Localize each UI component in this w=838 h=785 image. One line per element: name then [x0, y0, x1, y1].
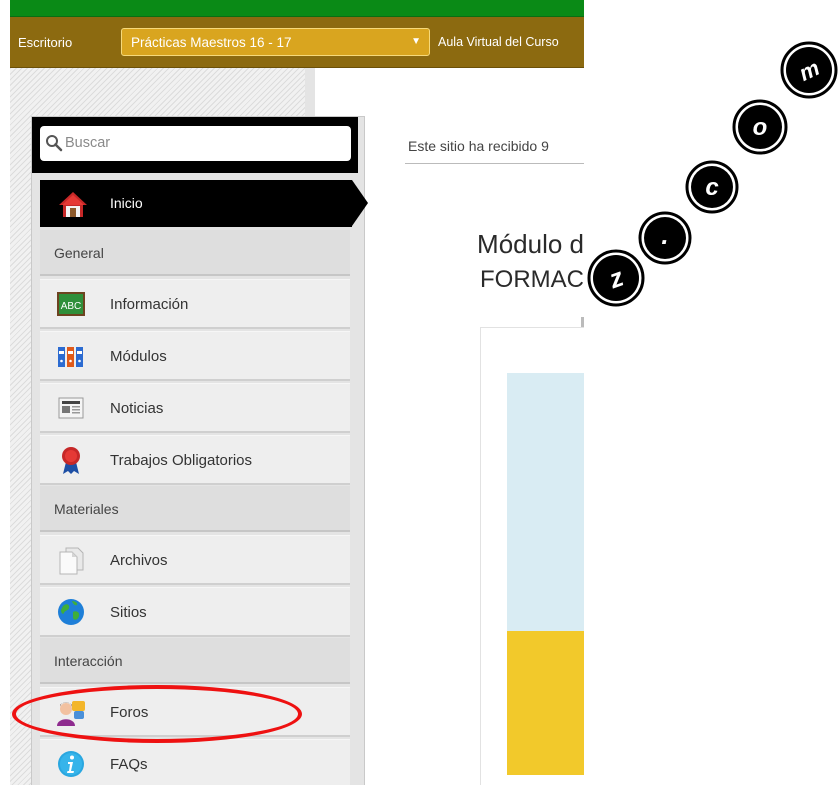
site-selector[interactable]: Prácticas Maestros 16 - 17 ▼	[121, 28, 430, 56]
menu-item-faqs[interactable]: FAQs	[40, 739, 350, 785]
visit-counter-text: Este sitio ha recibido 9	[408, 138, 549, 154]
binders-icon	[58, 347, 83, 367]
search-input[interactable]	[65, 131, 335, 155]
menu-item-informacion[interactable]: ABC Información	[40, 279, 350, 329]
menu-item-sitios[interactable]: Sitios	[40, 587, 350, 637]
screen: Escritorio Prácticas Maestros 16 - 17 ▼ …	[0, 0, 838, 785]
svg-text:c: c	[705, 174, 718, 201]
menu-item-label: Inicio	[110, 195, 143, 211]
svg-text:ABC: ABC	[61, 301, 82, 312]
svg-text:.: .	[661, 220, 668, 250]
aula-virtual-link[interactable]: Aula Virtual del Curso	[438, 35, 559, 49]
watermark-logo: z . c o m	[587, 41, 838, 307]
section-label: General	[54, 245, 104, 261]
menu-item-label: Archivos	[110, 552, 168, 569]
menu-item-inicio[interactable]: Inicio	[40, 180, 368, 227]
menu-item-label: Módulos	[110, 348, 167, 365]
house-icon	[59, 192, 87, 217]
escritorio-link[interactable]: Escritorio	[18, 35, 72, 50]
menu-item-label: Sitios	[110, 604, 147, 621]
banner-image-sand	[507, 631, 584, 775]
info-icon	[58, 751, 84, 777]
visit-counter: Este sitio ha recibido 9	[405, 136, 584, 164]
section-label: Materiales	[54, 501, 119, 517]
newspaper-icon	[58, 397, 84, 419]
chevron-down-icon: ▼	[411, 36, 421, 47]
menu-item-label: Noticias	[110, 400, 164, 417]
search-box[interactable]	[40, 126, 351, 161]
menu-item-noticias[interactable]: Noticias	[40, 383, 350, 433]
section-materiales: Materiales	[40, 486, 350, 532]
section-label: Interacción	[54, 653, 123, 669]
abc-chalkboard-icon: ABC	[57, 292, 85, 316]
award-ribbon-icon	[62, 447, 80, 474]
module-title-line-1: Módulo d	[477, 229, 584, 259]
menu-item-modulos[interactable]: Módulos	[40, 331, 350, 381]
active-pointer	[352, 180, 368, 226]
section-general: General	[40, 230, 350, 276]
search-icon	[46, 135, 63, 152]
documents-icon	[59, 547, 84, 575]
banner-image-sky	[507, 373, 584, 631]
menu-item-archivos[interactable]: Archivos	[40, 535, 350, 585]
menu-item-trabajos-obligatorios[interactable]: Trabajos Obligatorios	[40, 435, 350, 485]
menu-item-label: Información	[110, 296, 189, 313]
top-green-bar	[10, 0, 584, 17]
svg-text:o: o	[753, 114, 768, 141]
globe-icon	[58, 599, 84, 625]
site-selector-label: Prácticas Maestros 16 - 17	[131, 35, 292, 50]
module-title-line-2: FORMAC	[480, 266, 584, 293]
site-toolbar: Escritorio Prácticas Maestros 16 - 17 ▼ …	[10, 17, 584, 68]
menu-item-label: FAQs	[110, 756, 148, 773]
menu-item-label: Trabajos Obligatorios	[110, 452, 253, 469]
section-interaccion: Interacción	[40, 638, 350, 684]
annotation-ellipse	[12, 685, 302, 743]
